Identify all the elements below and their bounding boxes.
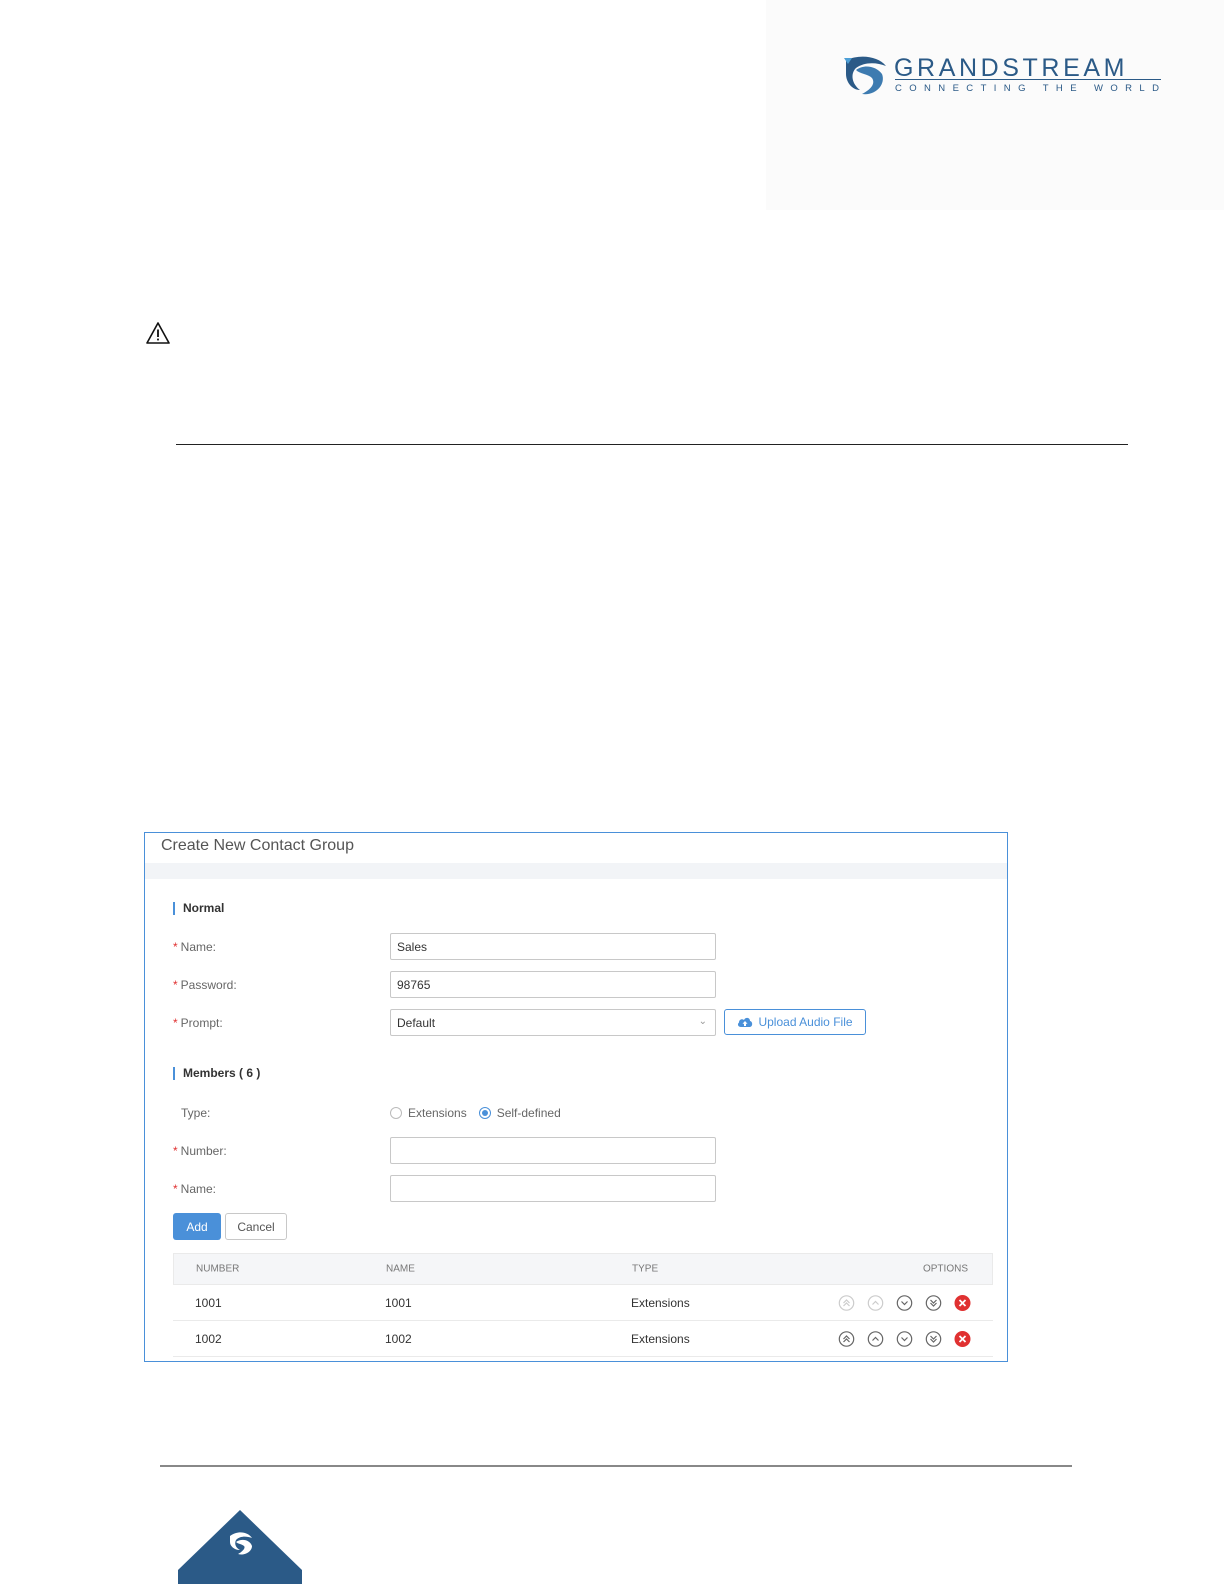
section-members: Members ( 6 ) — [173, 1067, 260, 1080]
required-marker: * — [173, 1016, 178, 1030]
move-bottom-icon[interactable] — [925, 1330, 942, 1347]
create-contact-group-dialog: Create New Contact Group Normal * Name: S… — [144, 832, 1008, 1362]
upload-audio-file-label: Upload Audio File — [758, 1015, 853, 1029]
required-marker: * — [173, 1182, 178, 1196]
required-marker: * — [173, 1144, 178, 1158]
table-header: NUMBER NAME TYPE OPTIONS — [173, 1253, 993, 1285]
table-row: 1002 1002 Extensions — [173, 1321, 993, 1357]
column-header-type: TYPE — [632, 1263, 659, 1275]
row-type: Extensions — [631, 1295, 690, 1310]
row-options — [838, 1330, 971, 1347]
column-header-options: OPTIONS — [922, 1263, 968, 1275]
prompt-select[interactable]: Default ⌄ — [390, 1009, 716, 1036]
move-top-icon[interactable] — [838, 1330, 855, 1347]
member-name-label: * Name: — [173, 1182, 217, 1196]
move-up-icon[interactable] — [867, 1294, 884, 1311]
move-up-icon[interactable] — [867, 1330, 884, 1347]
prompt-select-value: Default — [397, 1016, 436, 1030]
move-top-icon[interactable] — [838, 1294, 855, 1311]
type-radio-group: Extensions Self-defined — [390, 1106, 561, 1120]
horizontal-rule — [176, 444, 1128, 445]
required-marker: * — [173, 940, 178, 954]
row-type: Extensions — [631, 1331, 690, 1346]
row-number: 1002 — [195, 1331, 222, 1346]
cancel-button[interactable]: Cancel — [225, 1213, 287, 1240]
row-name: 1001 — [385, 1295, 412, 1310]
brand-tagline: CONNECTING THE WORLD — [895, 83, 1167, 94]
delete-icon[interactable] — [954, 1330, 971, 1347]
brand-divider — [895, 79, 1161, 80]
type-option-extensions-label: Extensions — [408, 1106, 467, 1120]
required-marker: * — [173, 978, 178, 992]
number-input[interactable] — [390, 1137, 716, 1164]
warning-icon — [146, 322, 170, 344]
row-name: 1002 — [385, 1331, 412, 1346]
name-label: * Name: — [173, 940, 217, 954]
password-label: * Password: — [173, 978, 237, 992]
column-header-name: NAME — [386, 1263, 415, 1275]
member-name-input[interactable] — [390, 1175, 716, 1202]
header-panel — [766, 0, 1224, 210]
table-row: 1001 1001 Extensions — [173, 1285, 993, 1321]
grandstream-logo: GRANDSTREAM CONNECTING THE WORLD — [842, 54, 1172, 100]
type-radio-self-defined[interactable] — [478, 1107, 491, 1119]
row-number: 1001 — [195, 1295, 222, 1310]
name-input[interactable]: Sales — [390, 933, 716, 960]
delete-icon[interactable] — [954, 1294, 971, 1311]
add-button[interactable]: Add — [173, 1213, 221, 1240]
upload-audio-file-button[interactable]: Upload Audio File — [724, 1009, 866, 1035]
dialog-header-band — [145, 863, 1007, 879]
dialog-title: Create New Contact Group — [161, 837, 354, 854]
column-header-number: NUMBER — [196, 1263, 240, 1275]
members-table: NUMBER NAME TYPE OPTIONS 1001 1001 Exten… — [173, 1253, 993, 1357]
type-option-self-defined-label: Self-defined — [496, 1106, 561, 1120]
type-radio-extensions[interactable] — [390, 1107, 402, 1119]
move-down-icon[interactable] — [896, 1330, 913, 1347]
cloud-upload-icon — [738, 1017, 753, 1027]
chevron-down-icon: ⌄ — [698, 1016, 707, 1027]
footer-logo-badge-icon — [178, 1510, 302, 1584]
prompt-label: * Prompt: — [173, 1016, 223, 1030]
move-bottom-icon[interactable] — [925, 1294, 942, 1311]
section-normal: Normal — [173, 902, 224, 915]
number-label: * Number: — [173, 1144, 227, 1158]
grandstream-logo-mark-icon — [844, 56, 886, 95]
footer-rule — [160, 1465, 1072, 1467]
move-down-icon[interactable] — [896, 1294, 913, 1311]
row-options — [838, 1294, 971, 1311]
type-label: Type: — [181, 1106, 211, 1120]
password-input[interactable]: 98765 — [390, 971, 716, 998]
